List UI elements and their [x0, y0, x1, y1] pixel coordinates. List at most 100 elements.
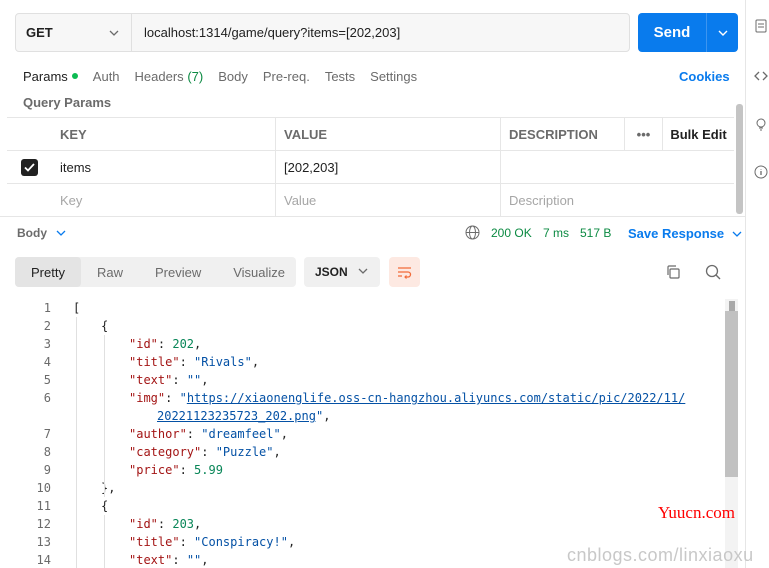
line-number: 9 — [43, 463, 51, 477]
new-key-field[interactable]: Key — [52, 184, 276, 216]
save-response-button[interactable]: Save Response — [628, 226, 742, 241]
json-string: "" — [186, 373, 202, 387]
tab-headers[interactable]: Headers (7) — [135, 69, 204, 84]
code-text: "text": "", — [129, 371, 209, 389]
json-punctuation: , — [194, 517, 202, 531]
tab-visualize[interactable]: Visualize — [217, 257, 301, 287]
json-number: 5.99 — [194, 463, 223, 477]
tab-raw[interactable]: Raw — [81, 257, 139, 287]
json-link[interactable]: 20221123235723_202.png — [157, 409, 316, 423]
line-number: 4 — [43, 355, 51, 369]
response-view-tabs: Pretty Raw Preview Visualize — [15, 257, 296, 287]
code-text: "title": "Rivals", — [129, 353, 259, 371]
json-key: "text" — [129, 373, 173, 387]
line-number: 13 — [36, 535, 51, 549]
code-text: "author": "dreamfeel", — [129, 425, 288, 443]
json-punctuation: : — [157, 517, 173, 531]
search-icon[interactable] — [705, 264, 721, 280]
watermark-site: Yuucn.com — [658, 503, 735, 522]
param-value-field[interactable]: [202,203] — [276, 151, 501, 183]
json-punctuation: , — [201, 373, 209, 387]
right-sidebar — [745, 0, 769, 568]
query-params-title: Query Params — [23, 95, 112, 110]
wrap-lines-button[interactable] — [389, 257, 420, 287]
response-time[interactable]: 7 ms — [543, 226, 569, 240]
checkmark-icon — [24, 162, 35, 172]
json-link[interactable]: https://xiaonenglife.oss-cn-hangzhou.ali… — [187, 391, 686, 405]
chevron-down-icon[interactable] — [56, 226, 66, 240]
response-body-label[interactable]: Body — [17, 226, 47, 240]
param-description-field[interactable] — [501, 151, 734, 183]
tab-settings[interactable]: Settings — [370, 69, 417, 84]
response-size[interactable]: 517 B — [580, 226, 611, 240]
info-icon[interactable] — [754, 165, 768, 179]
method-select[interactable]: GET — [16, 14, 132, 51]
code-icon[interactable] — [754, 69, 768, 83]
send-button[interactable]: Send — [638, 13, 706, 52]
lightbulb-icon[interactable] — [754, 117, 768, 131]
more-options-button[interactable]: ••• — [625, 118, 663, 150]
json-punctuation: , — [323, 409, 331, 423]
code-text: "img": "https://xiaonenglife.oss-cn-hang… — [129, 389, 685, 407]
tab-params[interactable]: Params — [23, 69, 78, 84]
json-punctuation: , — [280, 427, 288, 441]
code-text: "category": "Puzzle", — [129, 443, 281, 461]
json-punctuation: : — [179, 535, 195, 549]
json-punctuation: : — [201, 445, 216, 459]
code-text: "id": 202, — [129, 335, 201, 353]
json-key: "id" — [129, 517, 158, 531]
tab-headers-label: Headers — [134, 69, 184, 84]
tab-pre-request[interactable]: Pre-req. — [263, 69, 310, 84]
json-punctuation: : — [172, 553, 187, 567]
tab-auth[interactable]: Auth — [93, 69, 120, 84]
format-select[interactable]: JSON — [304, 257, 380, 287]
indent-guide — [76, 317, 77, 568]
tab-tests[interactable]: Tests — [325, 69, 355, 84]
json-punctuation: , — [194, 337, 202, 351]
code-text: "text": "", — [129, 551, 209, 568]
send-button-group: Send — [638, 13, 738, 52]
line-number: 2 — [43, 319, 51, 333]
copy-icon[interactable] — [665, 264, 681, 280]
watermark-blog: cnblogs.com/linxiaoxu — [567, 545, 754, 565]
code-scrollbar-up[interactable] — [729, 301, 735, 311]
new-row-checkbox-cell — [7, 184, 52, 216]
param-enabled-checkbox[interactable] — [21, 158, 38, 176]
params-scrollbar[interactable] — [736, 104, 743, 214]
json-punctuation: : — [172, 373, 187, 387]
globe-icon[interactable] — [465, 225, 480, 240]
new-value-field[interactable]: Value — [276, 184, 501, 216]
response-code-viewer[interactable]: 1 [2 {3 "id": 202, 4 "title": "Rivals", 5 "text… — [0, 299, 723, 568]
tab-preview[interactable]: Preview — [139, 257, 217, 287]
send-options-button[interactable] — [706, 13, 738, 52]
status-code[interactable]: 200 OK — [491, 226, 532, 240]
json-string: "Rivals" — [194, 355, 252, 369]
json-number: 203 — [172, 517, 195, 531]
new-description-field[interactable]: Description — [501, 184, 734, 216]
json-punctuation: , — [287, 535, 296, 549]
line-number: 5 — [43, 373, 51, 387]
indent-guide — [104, 335, 105, 497]
code-text: "title": "Conspiracy!", — [129, 533, 295, 551]
format-label: JSON — [315, 265, 348, 279]
request-tabs: Params Auth Headers (7) Body Pre-req. Te… — [23, 69, 432, 84]
row-checkbox-cell — [7, 151, 52, 183]
documentation-icon[interactable] — [754, 19, 768, 33]
chevron-down-icon — [732, 231, 742, 237]
line-number: 11 — [36, 499, 51, 513]
tab-body[interactable]: Body — [218, 69, 248, 84]
line-number: 12 — [36, 517, 51, 531]
code-scrollbar-thumb[interactable] — [725, 311, 738, 477]
bulk-edit-button[interactable]: Bulk Edit — [663, 118, 734, 150]
line-number: 7 — [43, 427, 51, 441]
line-number: 14 — [36, 553, 51, 567]
url-input[interactable]: localhost:1314/game/query?items=[202,203… — [132, 14, 629, 51]
tab-pretty[interactable]: Pretty — [15, 257, 81, 287]
tab-headers-count: (7) — [187, 69, 204, 84]
json-string: "Conspiracy!" — [194, 535, 288, 549]
json-punctuation: , — [251, 355, 260, 369]
cookies-link[interactable]: Cookies — [679, 69, 730, 84]
line-number: 10 — [36, 481, 51, 495]
param-key-field[interactable]: items — [52, 151, 276, 183]
json-key: "id" — [129, 337, 158, 351]
